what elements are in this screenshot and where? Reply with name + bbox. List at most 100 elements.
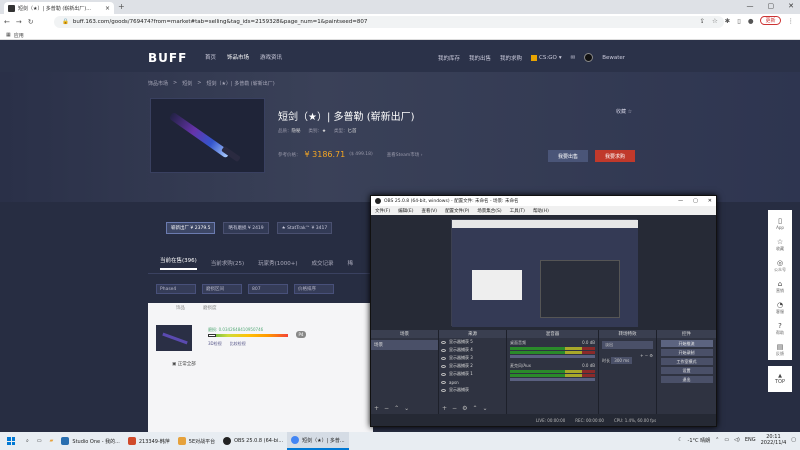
share-icon[interactable]: ⇪	[700, 17, 705, 25]
eye-icon[interactable]	[441, 356, 446, 360]
explorer-icon[interactable]: ▰	[50, 438, 54, 444]
steam-link[interactable]: 查看Steam市场 ›	[387, 152, 423, 158]
sidebar-item-help[interactable]: ? 帮助	[776, 320, 784, 339]
profile-icon[interactable]: ●	[748, 17, 754, 25]
remove-icon[interactable]: −	[452, 405, 457, 412]
eye-icon[interactable]	[441, 364, 446, 368]
maximize-icon[interactable]: ▢	[693, 198, 698, 204]
tab-history[interactable]: 成交记录	[312, 259, 334, 267]
up-icon[interactable]: ⌃	[394, 405, 399, 412]
add-icon[interactable]: +	[640, 353, 643, 358]
variant-minimal-wear[interactable]: 略有磨损 ¥ 2419	[223, 222, 269, 234]
sidebar-item-favorites[interactable]: ☆ 收藏	[776, 235, 784, 254]
maximize-icon[interactable]: ▢	[768, 2, 775, 10]
eye-icon[interactable]	[441, 388, 446, 392]
add-icon[interactable]: +	[374, 405, 379, 412]
weather[interactable]: -1°C 晴朗	[688, 437, 711, 444]
star-icon[interactable]: ☆	[712, 17, 718, 25]
gear-icon[interactable]: ⚙	[462, 405, 467, 412]
source-item[interactable]: 显示器捕获 4	[439, 346, 506, 354]
gear-icon[interactable]: ⚙	[649, 353, 653, 358]
windows-start-icon[interactable]	[7, 437, 15, 445]
extension-icon[interactable]: ✱	[725, 17, 730, 25]
tray-expand-icon[interactable]: ⌃	[715, 437, 719, 443]
avatar[interactable]	[584, 53, 594, 62]
exit-button[interactable]: 退出	[660, 376, 713, 383]
forward-icon[interactable]: →	[16, 18, 22, 26]
tab-selling[interactable]: 当前在售(396)	[160, 256, 197, 270]
network-icon[interactable]: ▭	[724, 437, 729, 443]
sell-button[interactable]: 我要出售	[548, 150, 588, 162]
menu-help[interactable]: 帮助(H)	[533, 208, 549, 214]
nav-inventory[interactable]: 我的库存	[438, 54, 460, 62]
nav-buying[interactable]: 我的求购	[500, 54, 522, 62]
down-icon[interactable]: ⌄	[404, 405, 409, 412]
apps-icon[interactable]: ▦	[6, 32, 11, 38]
taskbar-app-chrome[interactable]: 短剑（★）| 多普...	[287, 432, 349, 450]
wear-filter[interactable]: 磨损区间	[202, 284, 242, 294]
taskbar-app-studio-one[interactable]: Studio One - 我的...	[57, 432, 123, 450]
menu-tools[interactable]: 工具(T)	[510, 208, 525, 214]
nav-market[interactable]: 饰品市场	[227, 53, 249, 61]
sidebar-item-feedback[interactable]: ▤ 反馈	[776, 341, 784, 360]
volume-slider[interactable]	[510, 355, 595, 358]
obs-preview[interactable]	[451, 219, 638, 327]
sidebar-item-app[interactable]: ▯ App	[776, 214, 784, 233]
variant-stattrak[interactable]: ★ StatTrak™ ¥ 3417	[276, 222, 333, 234]
notification-icon[interactable]: ▢	[791, 437, 796, 443]
duration-field[interactable]: 300 ms	[611, 357, 633, 364]
close-icon[interactable]: ✕	[708, 198, 712, 204]
taskbar-app-5e[interactable]: 5E对战平台	[174, 432, 219, 450]
game-select[interactable]: CS:GO ▾	[531, 54, 562, 61]
transition-select[interactable]: 淡出	[602, 341, 653, 349]
eye-icon[interactable]	[441, 380, 446, 384]
source-item[interactable]: 显示器捕获 3	[439, 354, 506, 362]
remove-icon[interactable]: −	[645, 353, 648, 358]
inspect-3d-link[interactable]: 3D检视	[208, 341, 222, 347]
minimize-icon[interactable]: —	[678, 198, 683, 204]
taskbar-app-chat[interactable]: 213349-韩萍	[124, 432, 174, 450]
down-icon[interactable]: ⌄	[482, 405, 487, 412]
language[interactable]: ENG	[745, 437, 756, 443]
clock[interactable]: 20:11 2022/11/4	[761, 434, 787, 446]
eye-icon[interactable]	[441, 340, 446, 344]
studio-mode-button[interactable]: 工作室模式	[660, 358, 713, 365]
close-icon[interactable]: ×	[105, 5, 110, 12]
close-window-icon[interactable]: ✕	[788, 2, 794, 10]
nav-news[interactable]: 游戏资讯	[260, 53, 282, 61]
sidebar-item-marketing[interactable]: ⌂ 营销	[776, 277, 784, 296]
row-thumbnail[interactable]	[156, 325, 192, 351]
update-button[interactable]: 更新	[760, 16, 781, 25]
search-icon[interactable]: ⌕	[26, 438, 29, 444]
back-to-top-button[interactable]: ▲ TOP	[768, 366, 792, 392]
eye-icon[interactable]	[441, 348, 446, 352]
remove-icon[interactable]: −	[384, 405, 389, 412]
crumb-category[interactable]: 短剑	[182, 80, 192, 87]
menu-view[interactable]: 查看(V)	[421, 208, 437, 214]
sort-filter[interactable]: 价格排序	[294, 284, 334, 294]
taskbar-app-obs[interactable]: OBS 25.0.8 (64-bi...	[219, 432, 287, 450]
source-item[interactable]: 显示器捕获 1	[439, 370, 506, 378]
bookmark-apps[interactable]: 应用	[14, 32, 24, 39]
menu-edit[interactable]: 编辑(E)	[398, 208, 413, 214]
volume-icon[interactable]: ◁)	[734, 437, 740, 443]
volume-slider[interactable]	[510, 378, 595, 381]
add-icon[interactable]: +	[442, 405, 447, 412]
compare-inspect-link[interactable]: 比较检视	[230, 341, 246, 347]
menu-icon[interactable]: ⋮	[788, 17, 795, 25]
crumb-market[interactable]: 饰品市场	[148, 80, 168, 87]
source-item[interactable]: 显示器捕获 5	[439, 338, 506, 346]
back-icon[interactable]: ←	[4, 18, 10, 26]
buy-order-button[interactable]: 我要求购	[595, 150, 635, 162]
settings-button[interactable]: 设置	[660, 367, 713, 374]
source-item[interactable]: 显示器捕获 2	[439, 362, 506, 370]
tab-more[interactable]: 稀	[348, 259, 354, 267]
up-icon[interactable]: ⌃	[472, 405, 477, 412]
sidepanel-icon[interactable]: ▯	[737, 17, 741, 25]
nav-selling[interactable]: 我的出售	[469, 54, 491, 62]
source-item[interactable]: 显示器捕获	[439, 386, 506, 394]
url-field[interactable]: 🔒 buff.163.com/goods/769474?from=market#…	[54, 16, 724, 28]
new-tab-icon[interactable]: +	[118, 2, 125, 11]
source-item[interactable]: apsn	[439, 378, 506, 386]
browser-tab[interactable]: 短剑（★）| 多普勒 (崭新出厂)... ×	[4, 2, 114, 14]
